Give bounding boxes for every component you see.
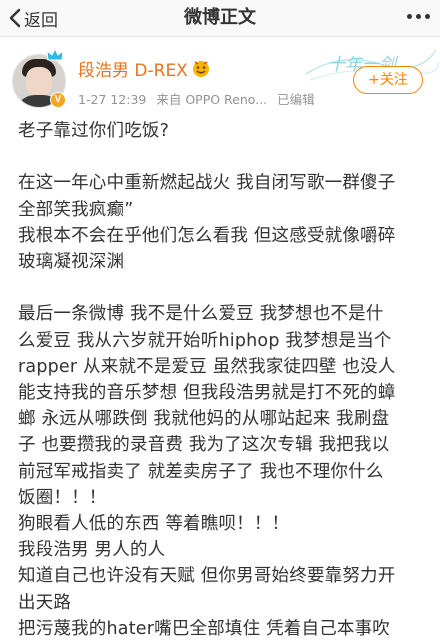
post-header: V 段浩男 D-REX 1-27 12:39 来自 OPPO Reno... 已… — [0, 44, 440, 110]
post-meta: 1-27 12:39 来自 OPPO Reno... 已编辑 — [78, 89, 315, 108]
verified-badge-icon: V — [50, 92, 66, 108]
avatar[interactable]: V — [12, 48, 66, 108]
post-line: 狗眼看人低的东西 等着瞧呗！！！ — [18, 514, 290, 535]
post-line: 子 也要攒我的录音费 我为了这次专辑 我把我以 — [18, 435, 390, 456]
vip-face-icon — [192, 60, 209, 77]
page-title: 微博正文 — [184, 7, 256, 28]
post-line: 全部笑我疯癫” — [18, 199, 134, 220]
post-source: 来自 OPPO Reno... — [156, 92, 268, 107]
post-line: 我根本不会在乎他们怎么看我 但这感受就像嚼碎 — [18, 225, 396, 246]
post-line: 在这一年心中重新燃起战火 我自闭写歌一群傻子 — [18, 173, 396, 194]
post-line: 我段浩男 男人的人 — [18, 540, 166, 561]
post-time: 1-27 12:39 — [78, 92, 147, 107]
post-line: 饭圈！！！ — [18, 487, 107, 508]
post-line: rapper 从来就不是爱豆 虽然我家徒四壁 也没人 — [18, 356, 396, 377]
post-line: 螂 永远从哪跌倒 我就他妈的从哪站起来 我刷盘 — [18, 409, 390, 430]
post-line: 玻璃凝视深渊 — [18, 252, 125, 272]
more-icon[interactable] — [407, 14, 430, 19]
post-line: 能支持我的音乐梦想 但我段浩男就是打不死的蟑 — [18, 383, 396, 403]
post-line: 前冠军戒指卖了 就差卖房子了 我也不理你什么 — [18, 461, 384, 482]
crown-icon — [46, 48, 64, 61]
edited-label: 已编辑 — [277, 92, 315, 107]
post-line: 最后一条微博 我不是什么爱豆 我梦想也不是什 — [18, 304, 384, 325]
top-nav-bar: 返回 微博正文 — [0, 0, 440, 37]
follow-button[interactable]: +关注 — [353, 66, 423, 94]
post-line: 老子靠过你们吃饭? — [18, 121, 170, 141]
username[interactable]: 段浩男 D-REX — [78, 56, 188, 81]
post-line: 出天路 — [18, 592, 72, 613]
post-line: 知道自己也许没有天赋 但你男哥始终要靠努力开 — [18, 566, 396, 587]
post-line: 把污蔑我的hater嘴巴全部填住 凭着自己本事吹 — [18, 618, 390, 639]
post-line: 么爱豆 我从六岁就开始听hiphop 我梦想是当个 — [18, 330, 392, 351]
post-body: 老子靠过你们吃饭? 在这一年心中重新燃起战火 我自闭写歌一群傻子 全部笑我疯癫”… — [18, 118, 430, 642]
